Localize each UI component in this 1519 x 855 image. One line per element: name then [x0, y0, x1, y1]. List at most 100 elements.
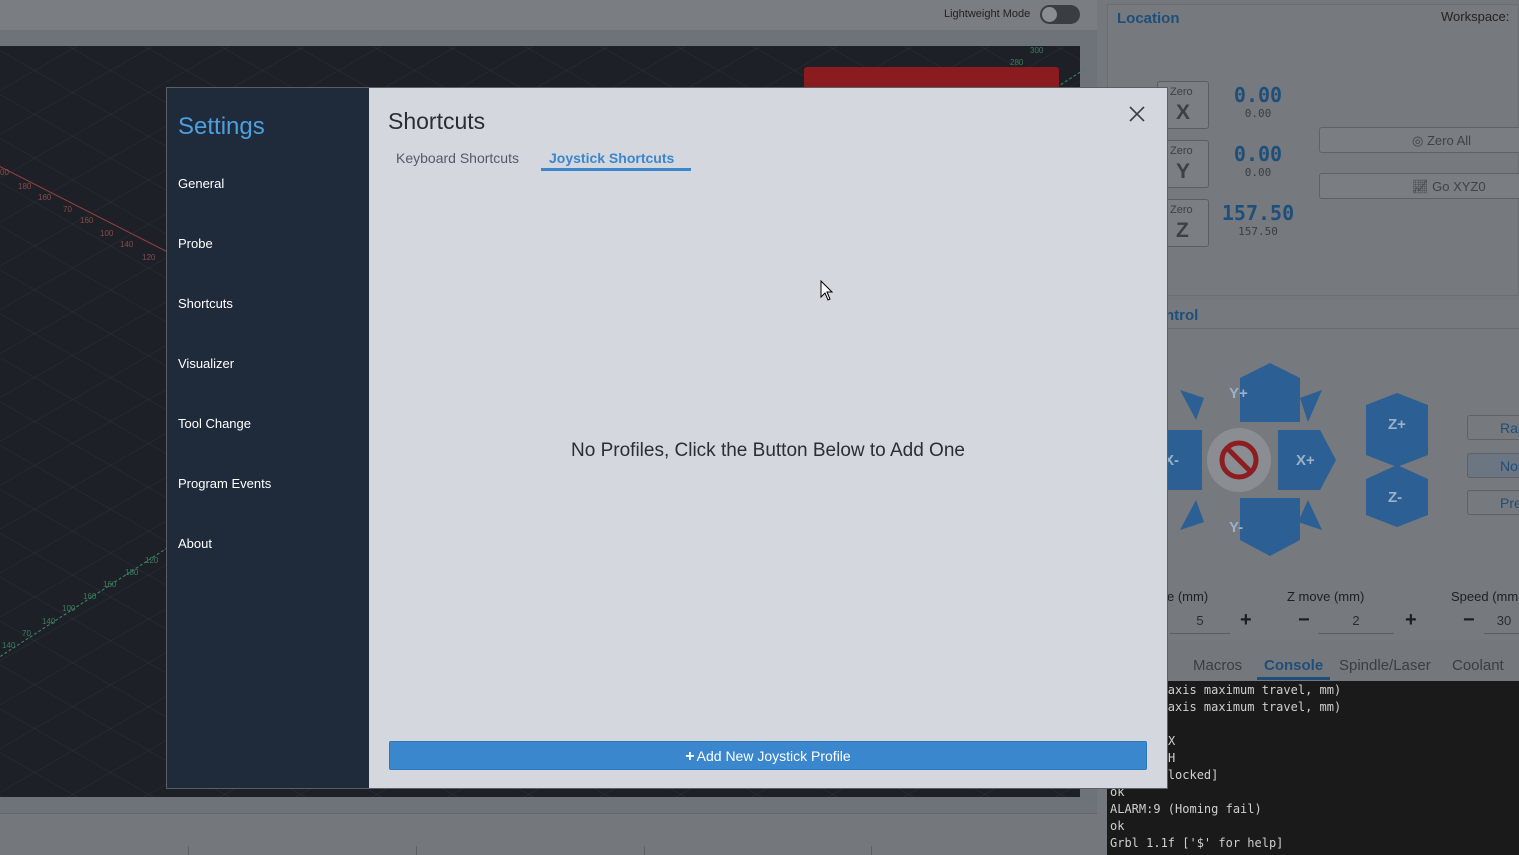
tab-coolant[interactable]: Coolant	[1452, 657, 1504, 674]
viz-tick: 00	[0, 168, 9, 177]
settings-sidebar: Settings General Probe Shortcuts Visuali…	[167, 88, 369, 788]
jog-y-minus-label: Y-	[1229, 519, 1244, 536]
console-line: Grbl 1.1f ['$' for help]	[1110, 836, 1284, 850]
divider	[1107, 328, 1519, 329]
divider	[416, 846, 417, 855]
zero-label: Zero	[1170, 204, 1193, 216]
sidebar-item-tool-change[interactable]: Tool Change	[178, 416, 251, 431]
divider	[188, 846, 189, 855]
viz-tick: 100	[62, 604, 76, 613]
sidebar-item-probe[interactable]: Probe	[178, 236, 213, 251]
z-machine-value: 157.50	[1238, 225, 1278, 238]
jog-y-plus-button[interactable]	[1240, 363, 1300, 422]
xy-move-input[interactable]: 5	[1170, 608, 1230, 634]
lightweight-mode-label: Lightweight Mode	[944, 8, 1031, 20]
sidebar-item-general[interactable]: General	[178, 176, 224, 191]
x-position-value[interactable]: 0.00	[1219, 83, 1297, 107]
tab-macros[interactable]: Macros	[1193, 657, 1242, 674]
viz-tick: 180	[125, 568, 139, 577]
tab-console[interactable]: Console	[1264, 657, 1323, 674]
xy-move-increase-button[interactable]: +	[1240, 609, 1252, 632]
sidebar-item-visualizer[interactable]: Visualizer	[178, 356, 234, 371]
precise-speed-button[interactable]: Pre	[1467, 490, 1519, 515]
rapid-speed-button[interactable]: Rap	[1467, 415, 1519, 440]
console-line: ALARM:9 (Homing fail)	[1110, 802, 1262, 816]
close-icon	[1129, 106, 1145, 122]
plus-icon: +	[685, 748, 695, 765]
viz-tick: 100	[100, 229, 114, 238]
bottom-panel	[0, 813, 1097, 855]
xy-jog-pad	[1160, 363, 1336, 556]
xy-move-label: e (mm)	[1167, 589, 1209, 604]
viz-tick: 70	[22, 629, 31, 638]
speed-decrease-button[interactable]: −	[1463, 609, 1475, 632]
y-machine-value: 0.00	[1244, 166, 1272, 179]
z-move-increase-button[interactable]: +	[1405, 609, 1417, 632]
lightweight-mode-toggle[interactable]	[1040, 5, 1080, 24]
jog-z-minus-label: Z-	[1388, 489, 1403, 506]
zero-all-label: Zero All	[1426, 133, 1472, 148]
viz-tick: 120	[142, 253, 156, 262]
axis-letter: Z	[1176, 219, 1189, 242]
viz-tick: 70	[63, 205, 72, 214]
z-move-label: Z move (mm)	[1287, 589, 1365, 604]
normal-speed-button[interactable]: Nor	[1467, 453, 1519, 478]
jog-diag-button[interactable]	[1300, 390, 1322, 422]
z-position-value[interactable]: 157.50	[1219, 201, 1297, 225]
viz-tick: 140	[2, 641, 16, 650]
viz-tick: 300	[1030, 46, 1044, 55]
console-line: H	[1168, 751, 1176, 765]
jog-y-plus-label: Y+	[1229, 385, 1248, 402]
go-xyz0-button[interactable]: 📈︎ Go XYZ0	[1319, 173, 1519, 199]
jog-diag-button[interactable]	[1298, 500, 1322, 530]
add-joystick-profile-label: Add New Joystick Profile	[696, 748, 851, 764]
page-title: Shortcuts	[388, 108, 486, 134]
z-jog-pad	[1366, 393, 1428, 527]
normal-label: Nor	[1500, 458, 1519, 474]
viz-tick: 160	[80, 216, 94, 225]
jog-diag-button[interactable]	[1180, 390, 1204, 420]
tab-joystick-shortcuts[interactable]: Joystick Shortcuts	[549, 150, 674, 166]
rapid-label: Rap	[1500, 420, 1519, 436]
settings-title: Settings	[178, 113, 265, 140]
target-icon: ◎	[1412, 133, 1427, 148]
close-button[interactable]	[1126, 103, 1148, 125]
zero-label: Zero	[1170, 145, 1193, 157]
speed-input[interactable]: 30	[1484, 608, 1519, 634]
viz-tick: 140	[120, 240, 134, 249]
jog-y-minus-button[interactable]	[1240, 498, 1300, 556]
sidebar-item-shortcuts[interactable]: Shortcuts	[178, 296, 233, 311]
sidebar-item-program-events[interactable]: Program Events	[178, 476, 271, 491]
divider	[644, 846, 645, 855]
go-xyz0-label: Go XYZ0	[1432, 179, 1486, 194]
axis-letter: Y	[1176, 160, 1191, 183]
jog-z-plus-label: Z+	[1388, 416, 1406, 433]
sidebar-item-about[interactable]: About	[178, 536, 212, 551]
z-move-decrease-button[interactable]: −	[1298, 609, 1310, 632]
tab-spindle-laser[interactable]: Spindle/Laser	[1339, 657, 1431, 674]
add-joystick-profile-button[interactable]: + Add New Joystick Profile	[389, 741, 1147, 770]
chart-icon: 📈︎	[1412, 179, 1433, 194]
tab-keyboard-shortcuts[interactable]: Keyboard Shortcuts	[396, 150, 519, 166]
empty-state-message: No Profiles, Click the Button Below to A…	[571, 440, 965, 461]
alert-banner	[804, 67, 1059, 89]
x-machine-value: 0.00	[1244, 107, 1272, 120]
visualizer-x-axis-line	[0, 166, 179, 258]
viz-tick: 120	[145, 556, 159, 565]
speed-label: Speed (mm	[1451, 589, 1519, 604]
active-tab-indicator	[1257, 677, 1330, 680]
jog-diag-button[interactable]	[1180, 500, 1204, 530]
settings-content: Shortcuts Keyboard Shortcuts Joystick Sh…	[369, 88, 1167, 788]
active-tab-indicator	[541, 168, 691, 171]
viz-tick: 160	[38, 193, 52, 202]
top-toolbar	[0, 0, 1097, 30]
z-move-input[interactable]: 2	[1318, 608, 1394, 634]
divider	[871, 846, 872, 855]
location-title: Location	[1117, 10, 1180, 27]
jog-x-plus-label: X+	[1296, 452, 1315, 469]
jog-control-title: ntrol	[1165, 307, 1199, 324]
zero-all-button[interactable]: ◎ Zero All	[1319, 127, 1519, 153]
workspace-label: Workspace:	[1441, 9, 1510, 24]
viz-tick: 280	[1010, 58, 1024, 67]
y-position-value[interactable]: 0.00	[1219, 142, 1297, 166]
